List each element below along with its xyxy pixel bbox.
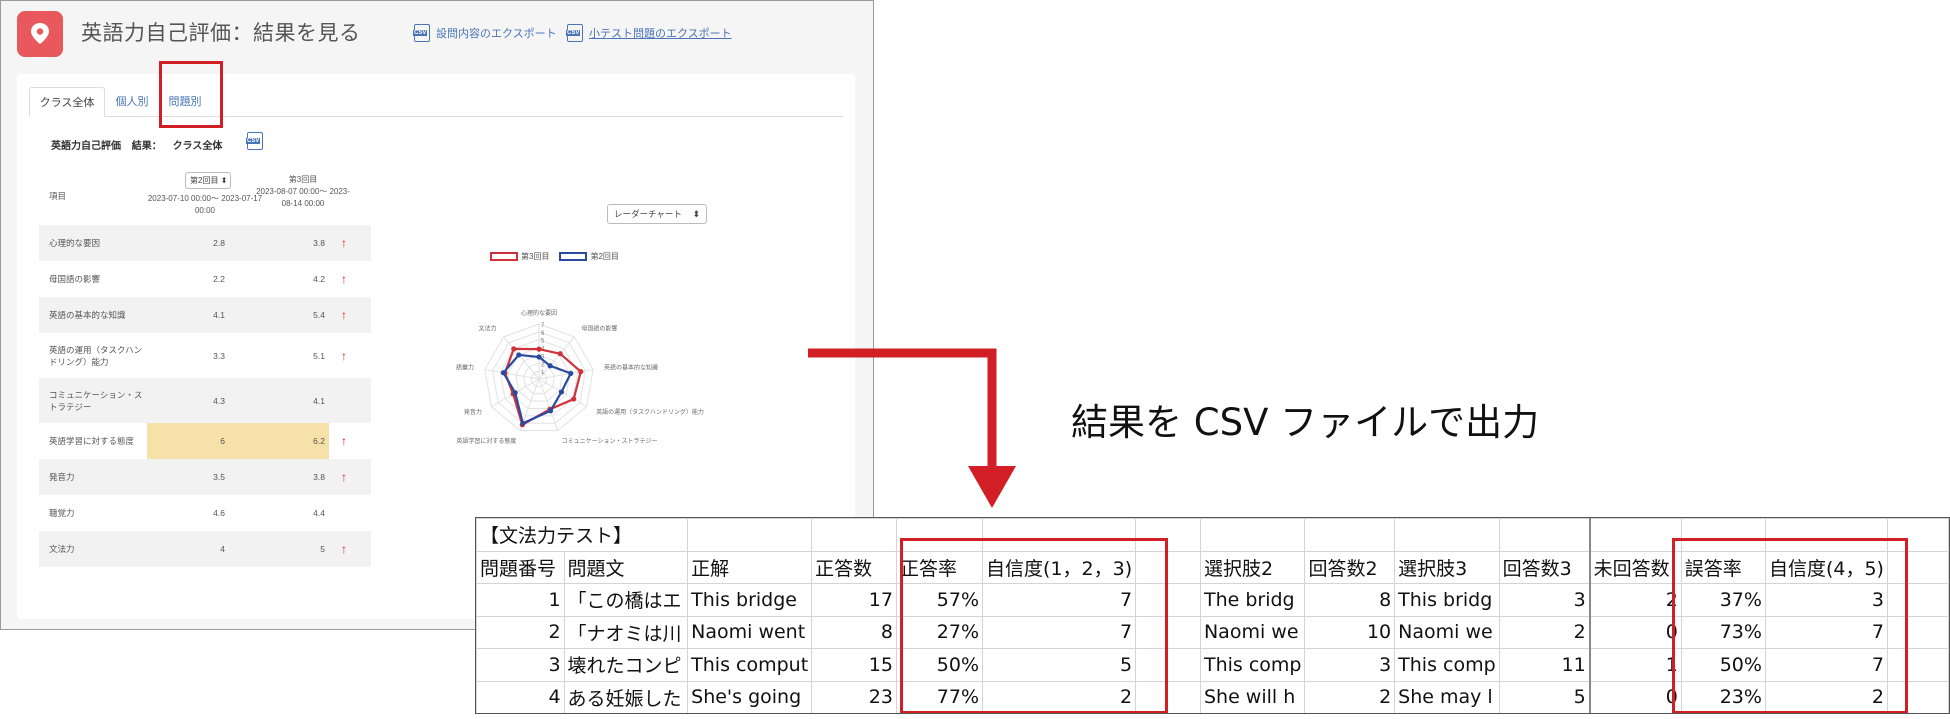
sheet-header-cell[interactable]: 選択肢3 [1394,550,1500,584]
sheet-cell[interactable]: 15 [811,648,897,682]
sheet-cell[interactable]: This comp [1199,648,1306,682]
sheet-cell[interactable] [1588,518,1682,552]
sheet-cell[interactable]: This bridge [687,583,813,617]
sheet-cell[interactable] [1394,518,1500,552]
sheet-cell[interactable]: This comp [1394,648,1500,682]
sheet-cell[interactable]: 3 [1304,648,1396,682]
sheet-cell[interactable]: 2 [1304,680,1396,713]
sheet-header-cell[interactable]: 問題番号 [476,550,565,584]
sheet-cell[interactable] [687,518,813,552]
sheet-cell[interactable]: 2 [476,615,565,649]
sheet-title-cell[interactable]: 【文法力テスト】 [476,518,689,552]
sheet-cell[interactable]: This bridg [1394,583,1500,617]
sheet-header-cell[interactable]: 正解 [687,550,813,584]
sheet-header-cell[interactable]: 回答数3 [1498,550,1591,584]
sheet-header-cell[interactable]: 問題文 [563,550,689,584]
sheet-cell[interactable]: Naomi we [1199,615,1306,649]
sheet-cell[interactable]: 2 [1588,583,1682,617]
sheet-cell[interactable]: 8 [811,615,897,649]
sheet-cell[interactable]: This comput [687,648,813,682]
sheet-cell[interactable]: 4 [476,680,565,713]
sheet-cell[interactable]: 11 [1498,648,1591,682]
sheet-header-cell[interactable]: 回答数2 [1304,550,1396,584]
sheet-cell[interactable]: 8 [1304,583,1396,617]
sheet-cell[interactable]: 10 [1304,615,1396,649]
sheet-cell[interactable]: She may l [1394,680,1500,713]
csv-spreadsheet: 【文法力テスト】 問題番号 問題文 正解 正答数 正答率 自信度(1，2，3) 選択肢2 回答数… [475,517,1950,714]
sheet-cell[interactable]: 1 [476,583,565,617]
sheet-cell[interactable] [1498,518,1591,552]
sheet-cell[interactable]: 壊れたコンピ [563,648,689,682]
sheet-cell[interactable]: She's going [687,680,813,713]
sheet-cell[interactable]: Naomi we [1394,615,1500,649]
sheet-cell[interactable]: 23 [811,680,897,713]
sheet-cell[interactable] [811,518,897,552]
sheet-cell[interactable]: 3 [1498,583,1591,617]
sheet-cell[interactable]: Naomi went [687,615,813,649]
sheet-cell[interactable]: 1 [1588,648,1682,682]
sheet-cell[interactable]: 「この橋はエ [563,583,689,617]
highlight-box-error-rate [1672,538,1908,713]
sheet-cell[interactable]: She will h [1199,680,1306,713]
sheet-header-cell[interactable]: 正答数 [811,550,897,584]
sheet-cell[interactable]: 3 [476,648,565,682]
sheet-cell[interactable]: 5 [1498,680,1591,713]
sheet-cell[interactable]: 0 [1588,680,1682,713]
sheet-cell[interactable] [1199,518,1306,552]
sheet-cell[interactable] [1304,518,1396,552]
sheet-header-cell[interactable]: 未回答数 [1588,550,1682,584]
caption-text: 結果を CSV ファイルで出力 [1071,401,1540,444]
sheet-cell[interactable]: 「ナオミは川 [563,615,689,649]
sheet-header-cell[interactable]: 選択肢2 [1199,550,1306,584]
sheet-cell[interactable]: 17 [811,583,897,617]
sheet-cell[interactable]: 2 [1498,615,1591,649]
sheet-cell[interactable]: ある妊娠した [563,680,689,713]
sheet-cell[interactable]: The bridg [1199,583,1306,617]
sheet-cell[interactable]: 0 [1588,615,1682,649]
highlight-box-correct-rate [900,538,1168,713]
